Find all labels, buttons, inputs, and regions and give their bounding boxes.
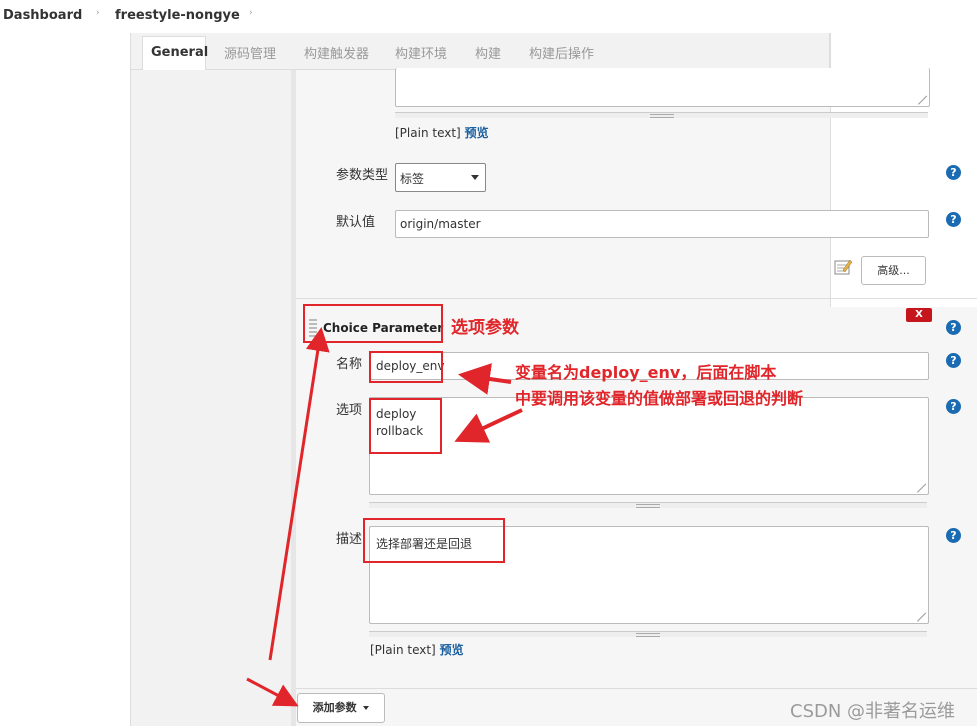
annotation-arrows: [246, 327, 523, 707]
arrow-to-choices: [454, 408, 523, 443]
arrow-to-name: [458, 363, 512, 395]
arrow-to-add-button: [246, 677, 299, 707]
arrow-to-header: [268, 327, 330, 661]
watermark: CSDN @非著名运维: [790, 701, 956, 722]
